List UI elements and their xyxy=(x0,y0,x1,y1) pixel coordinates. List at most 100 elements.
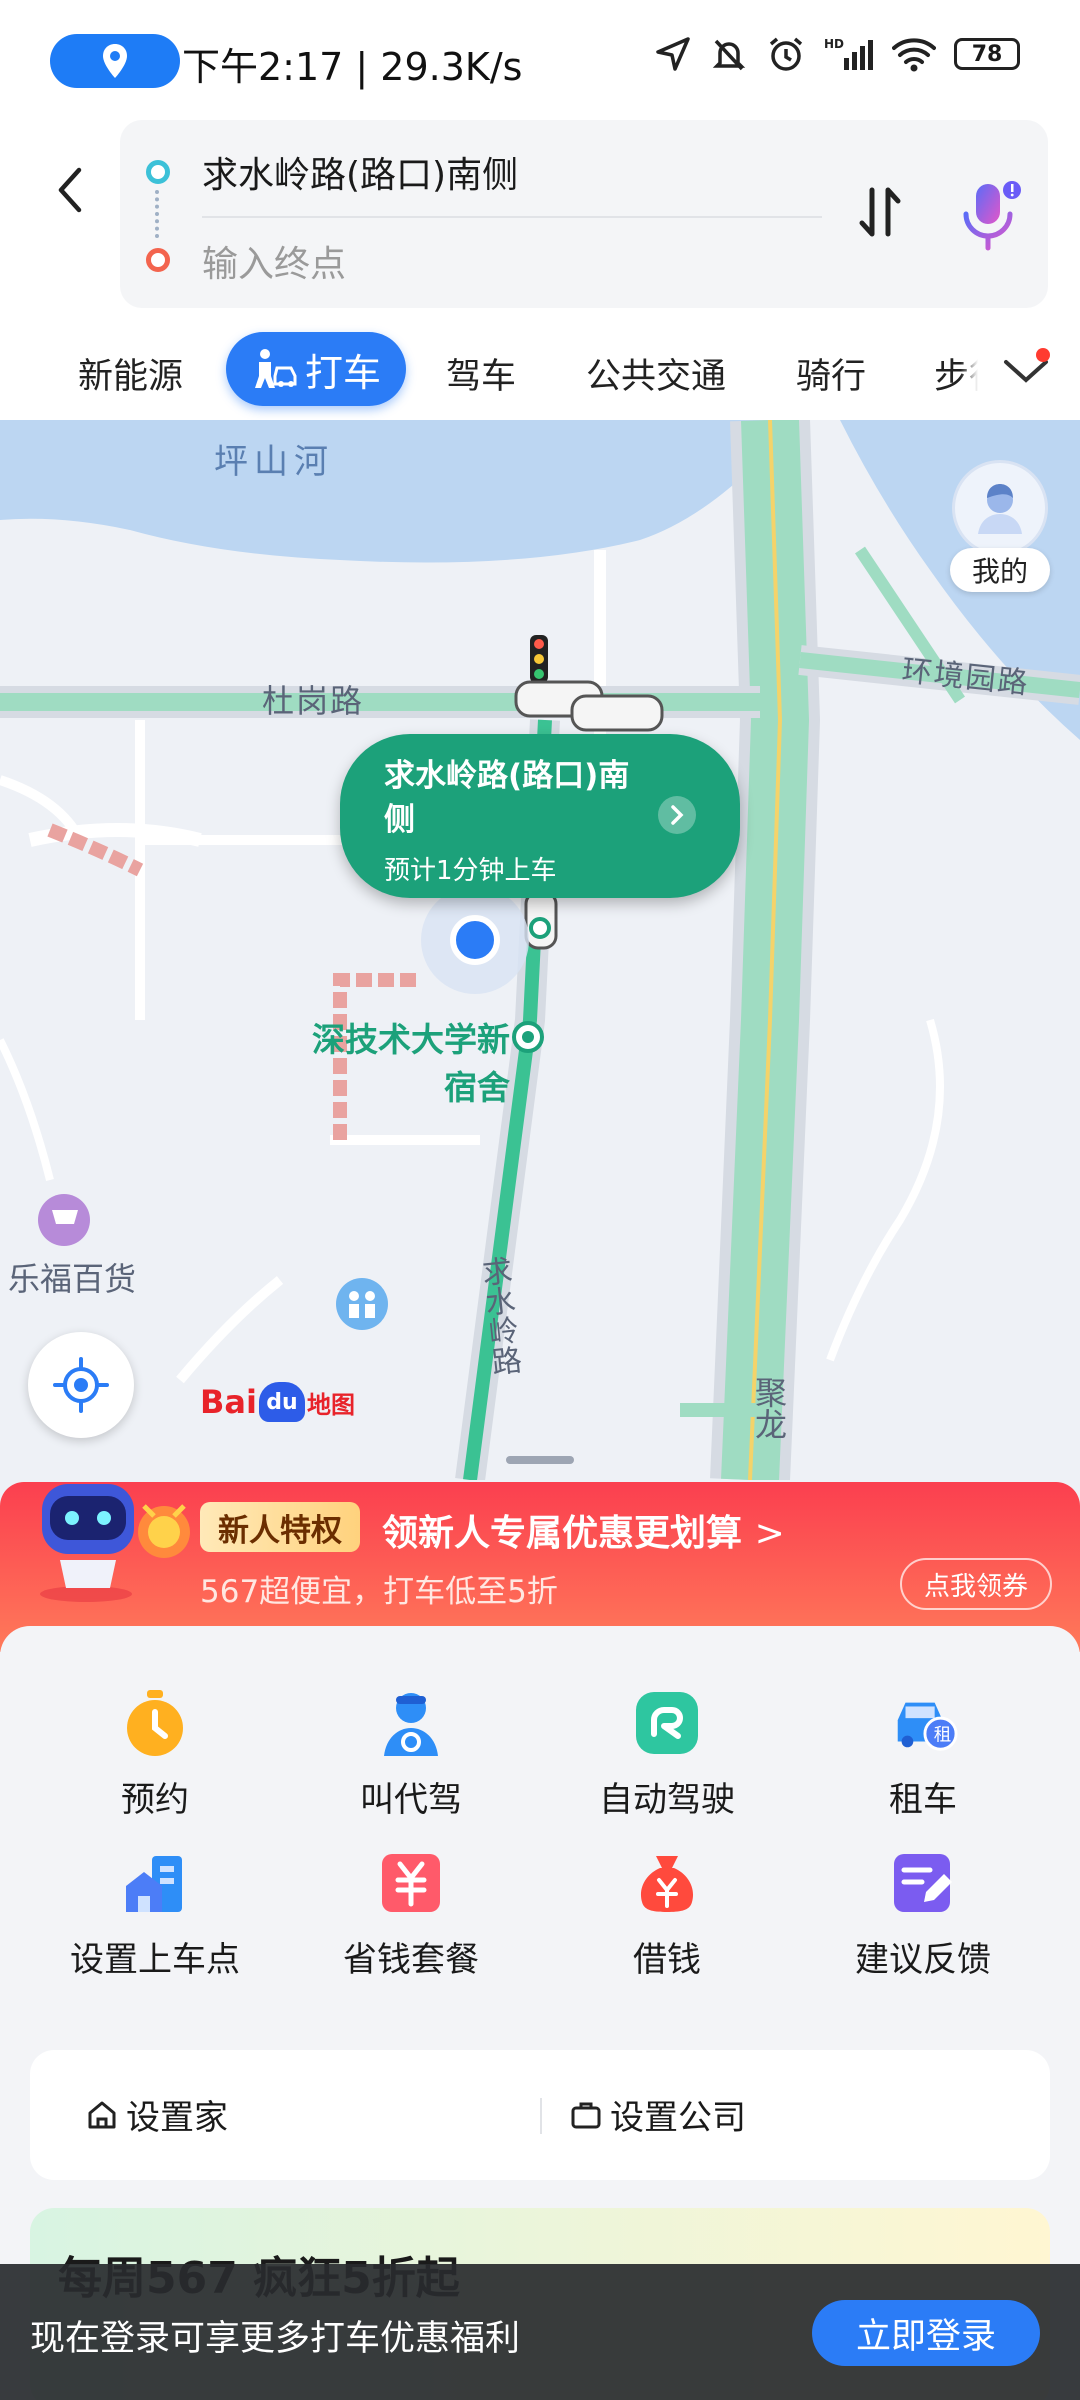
start-location-field[interactable]: 求水岭路(路口)南侧 xyxy=(202,146,518,198)
rental-car-icon: 租 xyxy=(888,1688,958,1758)
home-icon xyxy=(88,2101,116,2128)
service-autonomous-driving[interactable]: 自动驾驶 xyxy=(542,1688,792,1828)
map-label-julong-road: 聚龙 xyxy=(750,1376,788,1440)
swap-icon xyxy=(859,187,901,237)
tab-taxi-label: 打车 xyxy=(304,350,381,395)
service-saving-package[interactable]: 省钱套餐 xyxy=(286,1848,536,1988)
service-label: 建议反馈 xyxy=(855,1940,991,1980)
wifi-icon xyxy=(892,38,936,72)
battery-indicator: 78 xyxy=(954,38,1020,70)
logo-map-text: 地图 xyxy=(306,1390,355,1419)
back-button[interactable] xyxy=(40,150,100,230)
login-prompt-text: 现在登录可享更多打车优惠福利 xyxy=(30,2319,521,2359)
autodrive-icon xyxy=(632,1688,702,1758)
mute-bell-icon xyxy=(712,39,746,71)
set-company-label: 设置公司 xyxy=(610,2098,746,2138)
sheet-drag-handle[interactable] xyxy=(506,1456,574,1464)
chevron-right-icon: > xyxy=(754,1513,785,1554)
status-time-speed: 下午2:17 | 29.3K/s xyxy=(182,45,523,89)
money-bag-icon xyxy=(632,1848,702,1918)
service-label: 预约 xyxy=(121,1780,189,1820)
service-car-rental[interactable]: 租 租车 xyxy=(798,1688,1048,1828)
svg-text:租: 租 xyxy=(934,1726,952,1746)
shortcut-divider xyxy=(540,2098,542,2134)
set-company-button[interactable]: 设置公司 xyxy=(570,2090,746,2139)
service-reserve[interactable]: 预约 xyxy=(30,1688,280,1828)
briefcase-icon xyxy=(571,2102,601,2128)
tab-public-transit[interactable]: 公共交通 xyxy=(586,348,726,399)
pickup-point-card[interactable]: 求水岭路(路口)南侧 预计1分钟上车 xyxy=(340,734,740,898)
pickup-point-icon xyxy=(120,1848,190,1918)
service-label: 叫代驾 xyxy=(360,1780,462,1820)
navigation-arrow-icon xyxy=(656,37,690,71)
set-home-button[interactable]: 设置家 xyxy=(86,2090,228,2139)
more-tabs-button[interactable] xyxy=(996,342,1056,398)
start-point-icon xyxy=(146,160,170,184)
destination-input[interactable] xyxy=(202,236,762,292)
service-label: 租车 xyxy=(889,1780,957,1820)
clock-icon xyxy=(120,1688,190,1758)
user-avatar-icon xyxy=(978,484,1022,534)
microphone-icon xyxy=(963,181,1021,251)
login-prompt-bar: 现在登录可享更多打车优惠福利 立即登录 xyxy=(0,2264,1080,2400)
notification-dot xyxy=(1036,348,1050,362)
map-label-dugang-road: 杜岗路 xyxy=(262,682,365,720)
service-borrow-money[interactable]: 借钱 xyxy=(542,1848,792,1988)
my-label: 我的 xyxy=(950,548,1050,592)
login-button[interactable]: 立即登录 xyxy=(812,2300,1040,2366)
promo-subtitle: 567超便宜，打车低至5折 xyxy=(200,1574,558,1610)
route-search-panel: 求水岭路(路口)南侧 新能源 打车 驾车 公共交通 骑行 步行 xyxy=(0,120,1080,420)
status-bar: 下午2:17 | 29.3K/s HD 78 xyxy=(0,0,1080,120)
signal-icon: HD xyxy=(824,37,873,70)
avatar xyxy=(952,460,1048,556)
service-feedback[interactable]: 建议反馈 xyxy=(798,1848,1048,1988)
service-label: 设置上车点 xyxy=(70,1940,240,1980)
service-label: 借钱 xyxy=(633,1940,701,1980)
route-connector xyxy=(155,190,161,238)
pickup-eta: 预计1分钟上车 xyxy=(384,856,557,886)
logo-du-text: du xyxy=(258,1382,305,1422)
status-icons: HD 78 xyxy=(654,34,1020,74)
tab-drive[interactable]: 驾车 xyxy=(446,348,516,399)
divider xyxy=(202,216,822,218)
robot-mascot-icon xyxy=(40,1484,190,1602)
tab-cycling[interactable]: 骑行 xyxy=(796,348,866,399)
app-root: 下午2:17 | 29.3K/s HD 78 求水岭路(路口)南侧 输入终点 新… xyxy=(0,0,1080,2400)
claim-coupon-button[interactable]: 点我领券 xyxy=(900,1558,1052,1610)
feedback-icon xyxy=(888,1848,958,1918)
map-label-store[interactable]: 乐福百货 xyxy=(8,1254,136,1300)
promo-title-text: 领新人专属优惠更划算 xyxy=(382,1513,743,1554)
promo-badge: 新人特权 xyxy=(200,1502,360,1552)
crosshair-icon xyxy=(53,1357,109,1413)
transport-mode-tabs: 新能源 打车 驾车 公共交通 骑行 步行 xyxy=(0,322,1080,420)
service-designated-driver[interactable]: 叫代驾 xyxy=(286,1688,536,1828)
my-profile-button[interactable]: 我的 xyxy=(950,460,1050,600)
alarm-icon xyxy=(769,37,803,71)
driver-icon xyxy=(376,1688,446,1758)
tab-walking[interactable]: 步行 xyxy=(934,348,978,399)
back-arrow-icon xyxy=(58,167,82,213)
swap-route-button[interactable] xyxy=(850,182,910,242)
map-label-river: 坪山河 xyxy=(214,442,334,482)
location-pill[interactable] xyxy=(50,34,180,88)
tab-taxi[interactable]: 打车 xyxy=(226,332,406,406)
location-pin-icon xyxy=(103,44,127,78)
saving-package-icon xyxy=(376,1848,446,1918)
service-label: 省钱套餐 xyxy=(343,1940,479,1980)
voice-input-button[interactable] xyxy=(950,176,1030,256)
locate-me-button[interactable] xyxy=(28,1332,134,1438)
map-view[interactable]: 坪山河 杜岗路 环境园路 求水岭路 聚龙 深技术大学新宿舍 乐福百货 Bai d… xyxy=(0,420,1080,1480)
shortcut-card: 设置家 设置公司 xyxy=(30,2050,1050,2180)
map-label-dorm[interactable]: 深技术大学新宿舍 xyxy=(290,1016,510,1112)
baidu-map-logo: Bai du 地图 xyxy=(200,1382,355,1422)
end-point-icon xyxy=(146,248,170,272)
map-canvas xyxy=(0,420,1080,1480)
service-set-pickup-point[interactable]: 设置上车点 xyxy=(30,1848,280,1988)
pickup-location-name: 求水岭路(路口)南侧 xyxy=(384,758,630,838)
svg-text:HD: HD xyxy=(824,37,844,51)
promo-title: 领新人专属优惠更划算 > xyxy=(382,1504,785,1556)
route-input-box: 求水岭路(路口)南侧 xyxy=(120,120,1048,308)
service-label: 自动驾驶 xyxy=(599,1780,735,1820)
tab-new-energy[interactable]: 新能源 xyxy=(78,348,183,399)
set-home-label: 设置家 xyxy=(126,2098,228,2138)
